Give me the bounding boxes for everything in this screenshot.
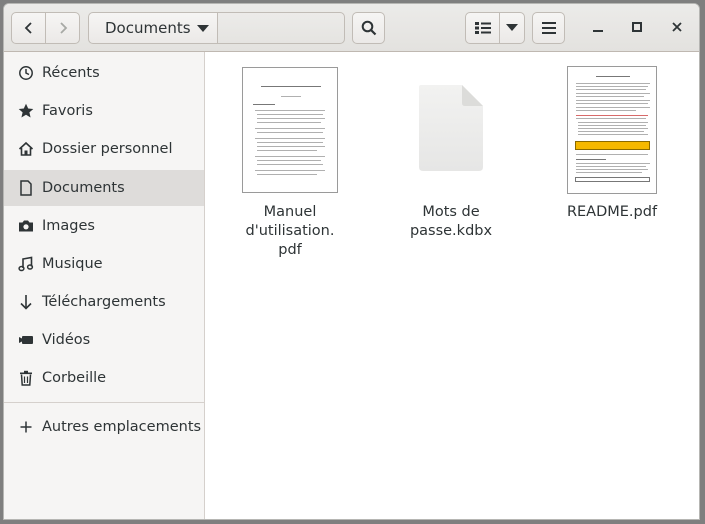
search-icon [361,20,377,36]
sidebar-item-home[interactable]: Dossier personnel [4,131,204,167]
back-button[interactable] [11,12,46,44]
file-item[interactable]: README.pdf [542,66,682,222]
caret-down-icon [197,25,209,33]
chevron-right-icon [56,21,70,35]
chevron-left-icon [22,21,36,35]
path-bar-button[interactable]: Documents [88,12,218,44]
file-view: Manuel d'utilisation. pdf Mots de passe.… [205,52,699,519]
file-item[interactable]: Manuel d'utilisation. pdf [220,66,360,260]
sidebar-item-images[interactable]: Images [4,208,204,244]
hamburger-icon [541,22,556,34]
minimize-button[interactable] [586,16,610,40]
plus-icon [17,418,35,436]
trash-icon [17,369,35,387]
view-toggle-button[interactable] [465,12,500,44]
sidebar-item-label: Documents [42,180,125,196]
sidebar-item-label: Téléchargements [42,294,166,310]
forward-button[interactable] [45,12,80,44]
path-bar-area [217,12,345,44]
sidebar-item-label: Récents [42,65,100,81]
home-icon [17,140,35,158]
main-menu-button[interactable] [532,12,565,44]
footer-box [575,177,650,182]
sidebar-item-label: Images [42,218,95,234]
sidebar-item-telechargements[interactable]: Téléchargements [4,284,204,320]
close-button[interactable] [665,16,689,40]
sidebar: Récents Favoris Dossier personnel Docume… [4,52,205,519]
file-name: Manuel d'utilisation. pdf [245,204,335,258]
file-manager-window: Documents Récents Favoris Dossier person… [3,3,700,520]
sidebar-item-corbeille[interactable]: Corbeille [4,360,204,396]
file-name: README.pdf [566,204,658,220]
video-camera-icon [17,331,35,349]
sidebar-item-musique[interactable]: Musique [4,246,204,282]
sidebar-item-label: Autres emplacements [42,419,202,435]
sidebar-item-label: Vidéos [42,332,91,348]
caret-down-icon [506,24,518,32]
search-button[interactable] [352,12,385,44]
download-arrow-icon [17,293,35,311]
maximize-icon [632,20,642,36]
sidebar-item-documents[interactable]: Documents [4,170,204,206]
music-note-icon [17,255,35,273]
sidebar-item-label: Dossier personnel [42,141,173,157]
view-options-button[interactable] [499,12,525,44]
maximize-button[interactable] [625,16,649,40]
sidebar-divider [4,402,204,403]
sidebar-item-videos[interactable]: Vidéos [4,322,204,358]
sidebar-item-label: Corbeille [42,370,107,386]
sidebar-item-label: Musique [42,256,103,272]
highlight-box [575,141,650,150]
generic-file-icon [416,83,486,177]
close-icon [672,20,682,36]
clock-icon [17,64,35,82]
sidebar-item-label: Favoris [42,103,93,119]
pdf-thumbnail [567,66,657,194]
sidebar-item-favoris[interactable]: Favoris [4,93,204,129]
minimize-icon [593,20,603,36]
sidebar-item-recents[interactable]: Récents [4,55,204,91]
pdf-thumbnail [242,67,338,193]
star-icon [17,102,35,120]
document-icon [17,179,35,197]
path-label: Documents [105,19,191,37]
list-view-icon [474,21,491,35]
header-bar: Documents [4,4,699,52]
file-name: Mots de passe.kdbx [409,204,493,239]
sidebar-item-other-locations[interactable]: Autres emplacements [4,409,204,445]
camera-icon [17,217,35,235]
file-item[interactable]: Mots de passe.kdbx [381,66,521,241]
